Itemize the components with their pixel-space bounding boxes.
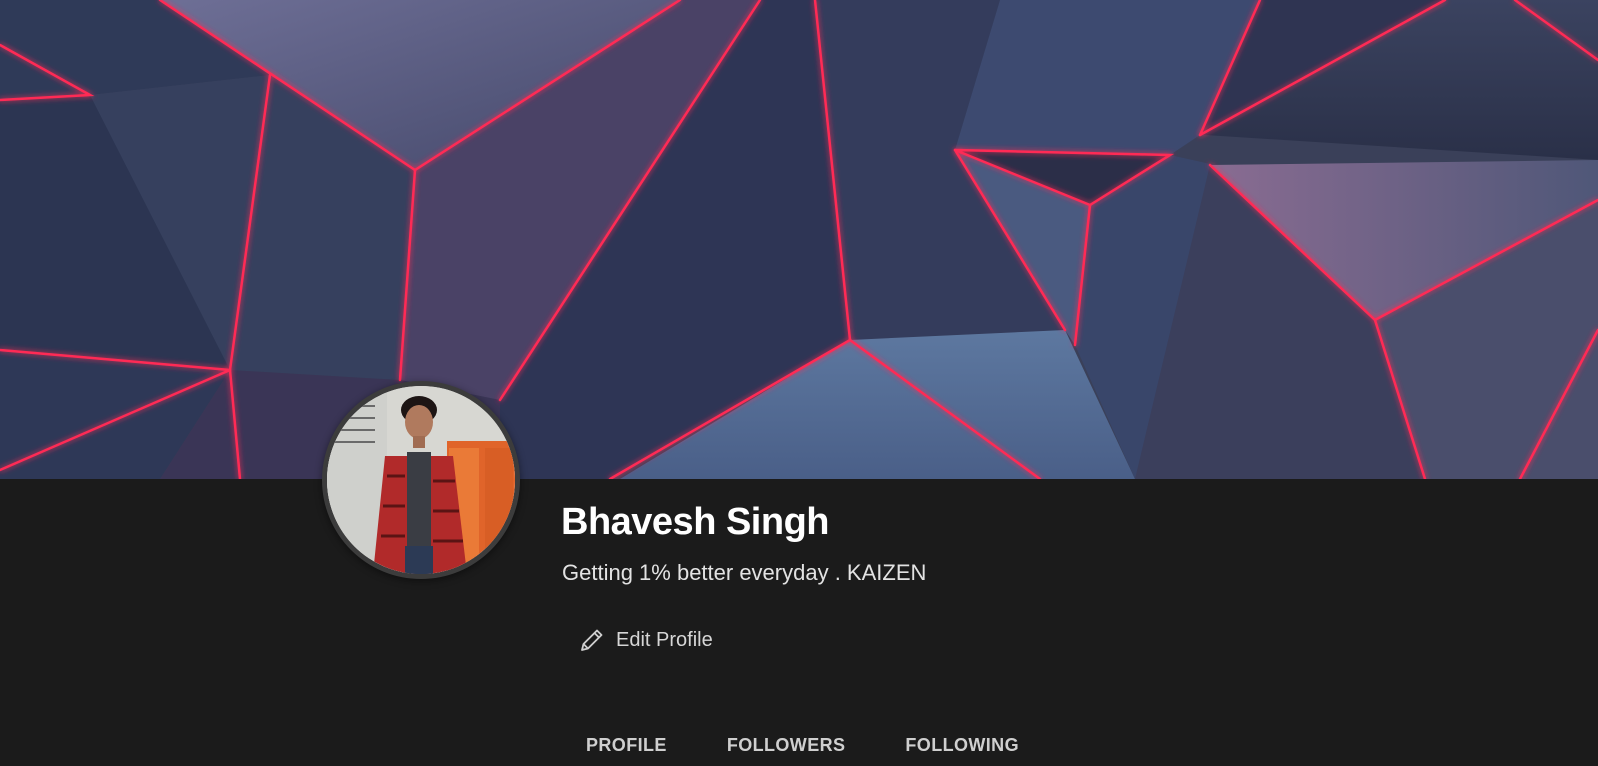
edit-profile-label: Edit Profile xyxy=(616,628,713,651)
avatar[interactable] xyxy=(322,381,520,579)
tab-following[interactable]: FOLLOWING xyxy=(879,724,1045,766)
profile-bio: Getting 1% better everyday . KAIZEN xyxy=(562,560,927,585)
tab-profile[interactable]: PROFILE xyxy=(560,724,693,766)
cover-image xyxy=(0,0,1598,479)
avatar-photo xyxy=(327,386,515,574)
pencil-icon xyxy=(578,626,606,654)
tab-followers[interactable]: FOLLOWERS xyxy=(701,724,872,766)
profile-name: Bhavesh Singh xyxy=(561,501,830,543)
edit-profile-button[interactable]: Edit Profile xyxy=(566,620,725,660)
profile-page: Bhavesh Singh Getting 1% better everyday… xyxy=(0,0,1598,766)
profile-tabs: PROFILE FOLLOWERS FOLLOWING xyxy=(560,724,1053,766)
